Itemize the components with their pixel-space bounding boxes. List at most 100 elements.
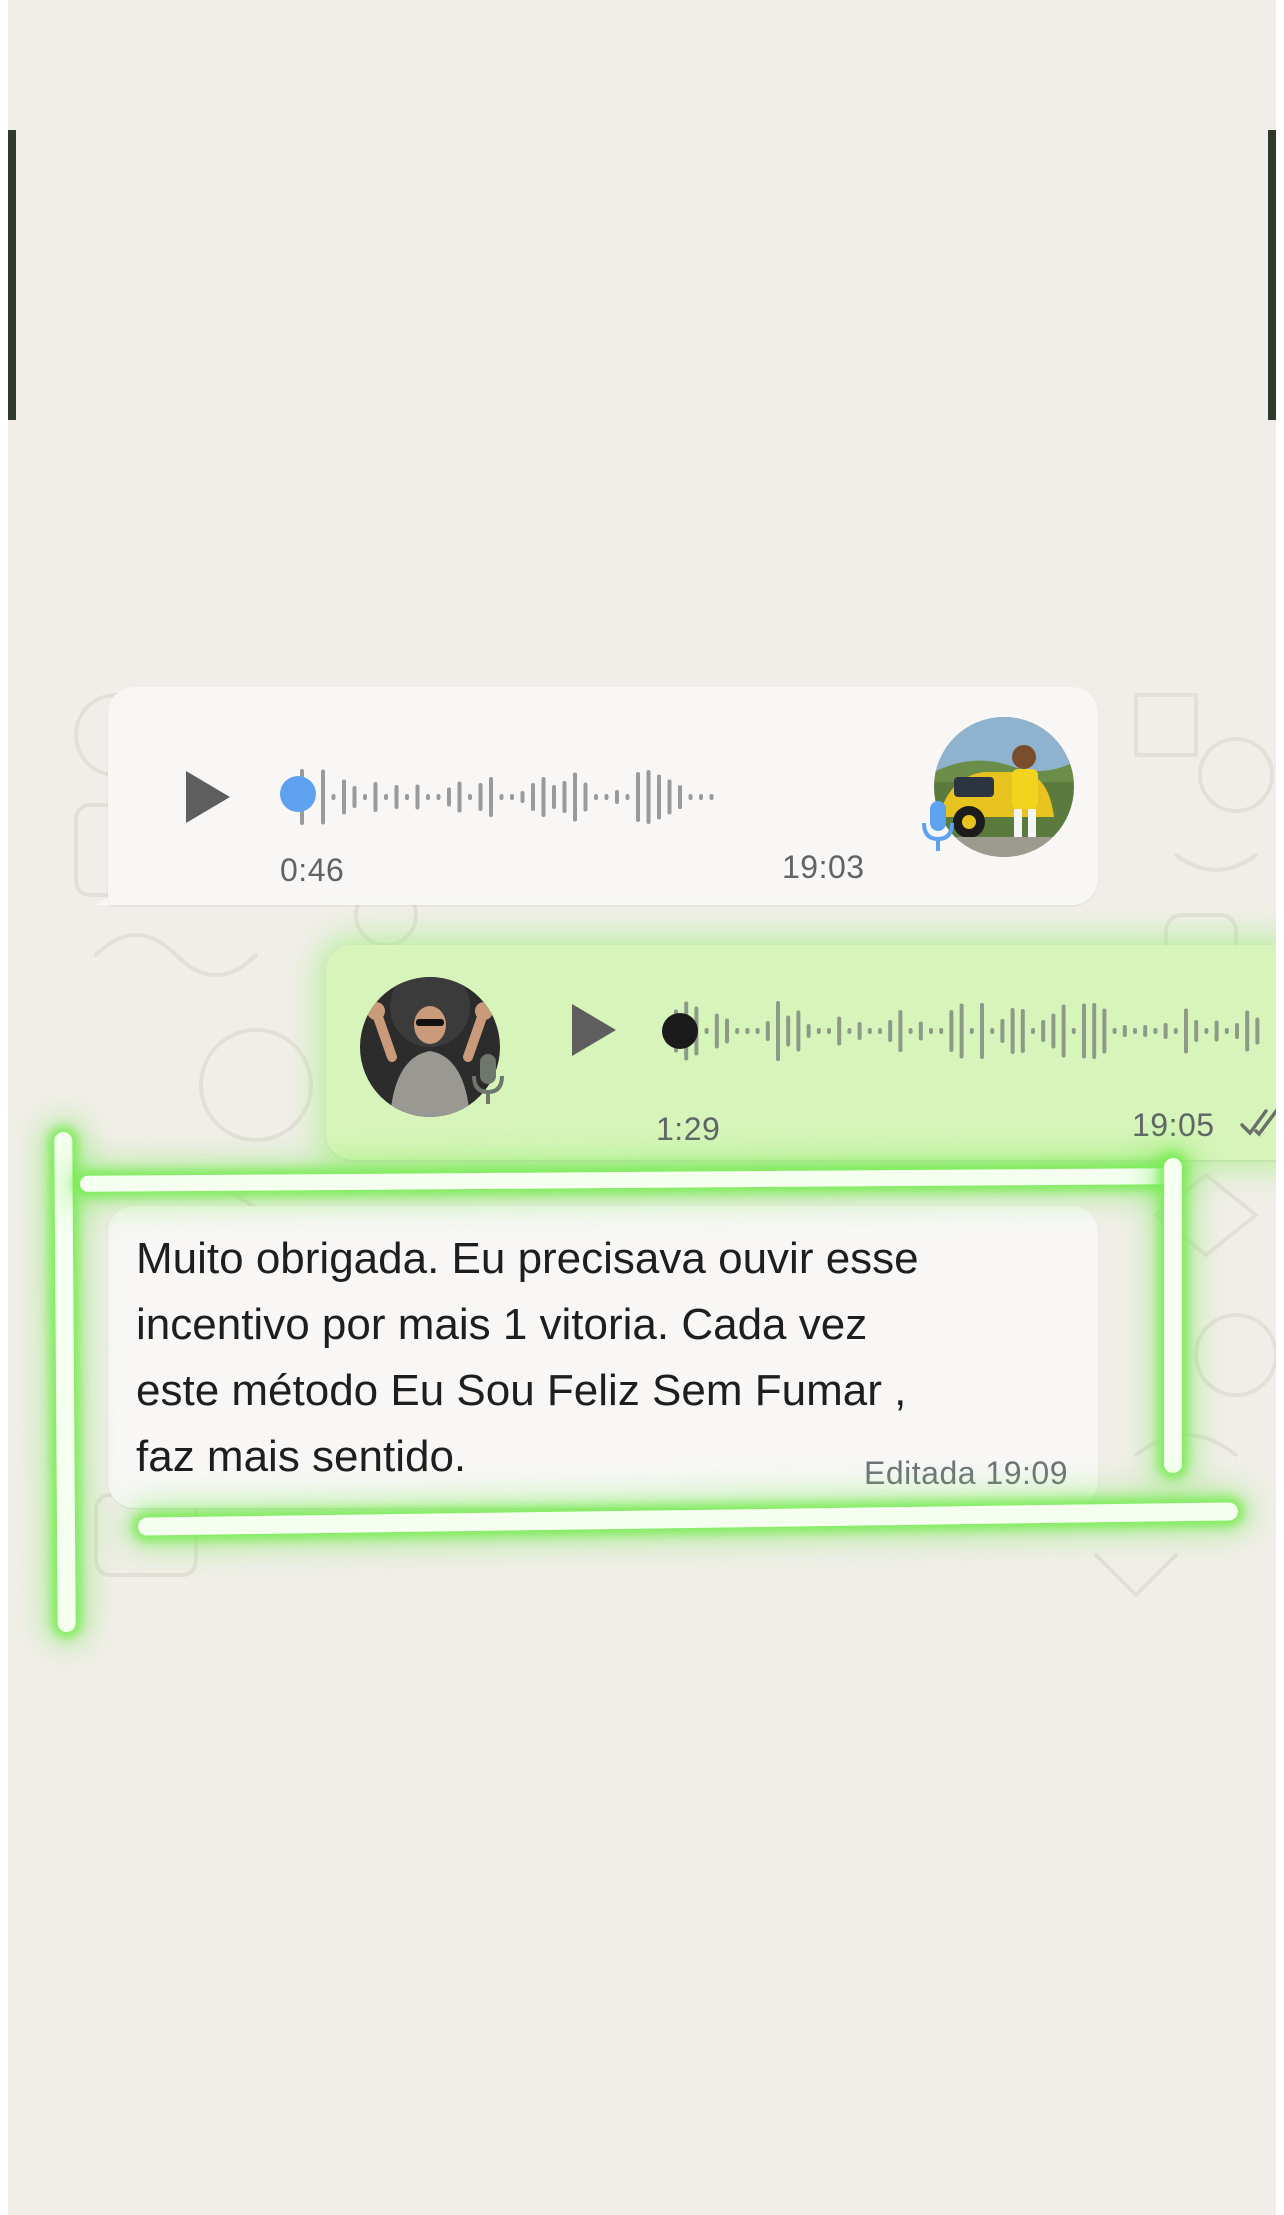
waveform-bar <box>363 794 367 800</box>
waveform-bar <box>1173 1028 1178 1034</box>
play-button[interactable] <box>572 1004 616 1056</box>
right-edge-strip <box>1268 130 1276 420</box>
waveform-bar <box>847 1028 852 1034</box>
waveform-bar <box>1031 1028 1035 1034</box>
waveform-bar <box>426 794 430 800</box>
play-button[interactable] <box>186 771 230 823</box>
voice-waveform[interactable] <box>670 993 1270 1069</box>
waveform-bar <box>594 794 598 800</box>
waveform-bar <box>1071 1028 1076 1034</box>
message-line: incentivo por mais 1 vitoria. Cada vez <box>136 1300 868 1349</box>
waveform-bar <box>1020 1009 1025 1053</box>
waveform-bar <box>735 1028 740 1034</box>
highlight-stroke-left <box>54 1131 76 1633</box>
waveform-bar <box>394 785 399 809</box>
message-time: 19:03 <box>782 849 865 885</box>
microphone-icon <box>472 1054 504 1104</box>
waveform-bar <box>980 1003 984 1059</box>
waveform-bar <box>1102 1008 1107 1054</box>
microphone-icon <box>922 801 954 851</box>
waveform-bar <box>615 790 619 804</box>
waveform-bar <box>786 1015 791 1047</box>
double-check-icon <box>1240 1108 1276 1137</box>
waveform-bar <box>436 794 441 800</box>
message-time: 19:09 <box>985 1455 1068 1491</box>
waveform-bar <box>704 1028 709 1034</box>
waveform-bar <box>1061 1004 1066 1058</box>
playback-progress-dot[interactable] <box>280 776 316 812</box>
waveform-bar <box>1143 1025 1148 1037</box>
incoming-voice-message[interactable]: 0:46 19:03 <box>108 687 1098 905</box>
waveform-bar <box>478 783 483 811</box>
waveform-bar <box>1082 1003 1086 1059</box>
waveform-bar <box>499 794 504 800</box>
chat-screen: 0:46 19:03 1:29 19:05 Muito obrigada. Eu… <box>8 0 1276 2215</box>
waveform-bar <box>990 1028 995 1034</box>
waveform-bar <box>373 782 378 812</box>
voice-duration: 1:29 <box>656 1111 721 1147</box>
waveform-bar <box>342 779 346 815</box>
waveform-bar <box>1163 1023 1168 1039</box>
waveform-bar <box>1112 1028 1117 1034</box>
waveform-bar <box>1194 1020 1199 1042</box>
waveform-bar <box>688 794 693 800</box>
waveform-bar <box>657 774 661 820</box>
message-line: Muito obrigada. Eu precisava ouvir esse <box>136 1234 919 1283</box>
waveform-bar <box>468 794 472 800</box>
waveform-bar <box>1133 1028 1137 1034</box>
edited-label: Editada <box>864 1455 977 1491</box>
waveform-bar <box>949 1010 954 1052</box>
waveform-bar <box>745 1028 750 1034</box>
waveform-bar <box>1041 1020 1046 1042</box>
waveform-bar <box>1235 1023 1239 1039</box>
waveform-bar <box>1051 1013 1056 1049</box>
waveform-bar <box>918 1021 923 1041</box>
waveform-bar <box>1224 1028 1229 1034</box>
waveform-bar <box>583 782 588 812</box>
waveform-bar <box>531 783 535 811</box>
waveform-bar <box>562 781 567 813</box>
waveform-bar <box>709 794 714 800</box>
waveform-bar <box>1255 1017 1260 1045</box>
waveform-bar <box>714 1013 719 1049</box>
waveform-bar <box>959 1003 964 1059</box>
waveform-bar <box>573 772 577 822</box>
waveform-bar <box>837 1016 842 1046</box>
waveform-bar <box>857 1022 862 1040</box>
waveform-bar <box>646 770 651 824</box>
playback-progress-dot[interactable] <box>662 1013 698 1049</box>
waveform-bar <box>405 794 409 800</box>
waveform-bar <box>636 772 640 822</box>
left-edge-strip <box>8 130 16 420</box>
waveform-bar <box>1153 1028 1158 1034</box>
incoming-text-message[interactable]: Muito obrigada. Eu precisava ouvir esse … <box>108 1206 1098 1508</box>
waveform-bar <box>699 794 703 800</box>
waveform-bar <box>541 777 546 817</box>
waveform-bar <box>625 794 630 800</box>
highlight-stroke-right <box>1164 1158 1182 1473</box>
waveform-bar <box>929 1028 933 1034</box>
waveform-bar <box>898 1010 903 1052</box>
waveform-bar <box>510 794 514 800</box>
waveform-bar <box>321 769 325 825</box>
waveform-bar <box>1010 1008 1015 1054</box>
message-meta: Editada 19:09 <box>864 1455 1068 1492</box>
outgoing-voice-message[interactable]: 1:29 19:05 <box>326 945 1276 1160</box>
waveform-bar <box>725 1018 729 1044</box>
waveform-bar <box>1092 1003 1097 1059</box>
voice-duration: 0:46 <box>280 852 345 888</box>
waveform-bar <box>939 1028 944 1034</box>
waveform-bar <box>867 1028 872 1034</box>
waveform-bar <box>489 777 493 817</box>
waveform-bar <box>457 781 462 813</box>
waveform-bar <box>806 1024 811 1038</box>
waveform-bar <box>816 1028 821 1034</box>
waveform-bar <box>520 791 525 803</box>
message-body: Muito obrigada. Eu precisava ouvir esse … <box>136 1226 1076 1490</box>
voice-waveform[interactable] <box>296 759 726 835</box>
waveform-bar <box>415 784 420 810</box>
waveform-bar <box>1214 1020 1219 1042</box>
waveform-bar <box>969 1028 974 1034</box>
waveform-bar <box>604 794 609 800</box>
waveform-bar <box>678 785 682 809</box>
